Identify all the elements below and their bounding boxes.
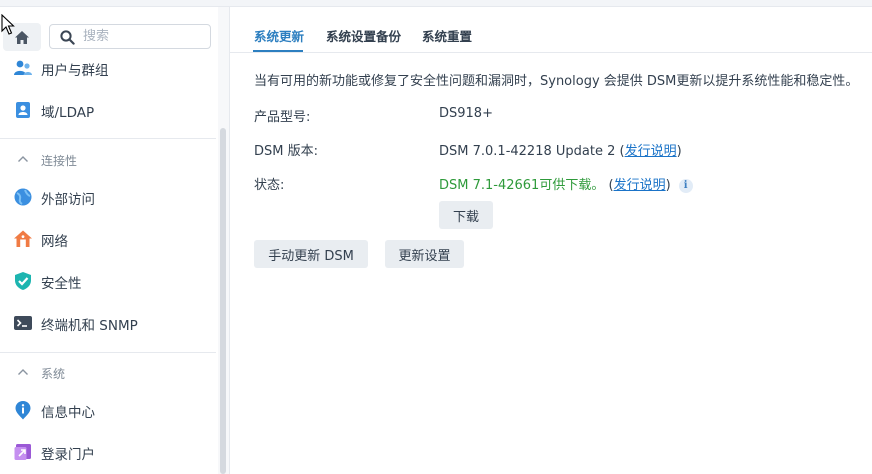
section-title: 连接性 — [41, 154, 78, 168]
section-header-system[interactable]: 系统 — [0, 361, 216, 385]
sidebar-divider — [0, 138, 216, 139]
search-box[interactable] — [49, 24, 211, 49]
sidebar-item-terminal-snmp[interactable]: 终端机和 SNMP — [0, 308, 216, 338]
info-icon[interactable]: i — [678, 179, 693, 193]
status-value: DSM 7.1-42661可供下载。 — [439, 178, 605, 193]
release-notes-link-current[interactable]: 发行说明 — [625, 144, 677, 159]
version-value: DSM 7.0.1-42218 Update 2 — [439, 144, 616, 159]
external-access-icon — [14, 188, 32, 206]
window-top-bar — [0, 0, 872, 7]
info-center-icon — [15, 401, 31, 420]
tab-config-backup[interactable]: 系统设置备份 — [326, 26, 401, 45]
section-header-connectivity[interactable]: 连接性 — [0, 148, 216, 172]
sidebar-scrollbar-thumb[interactable] — [220, 128, 226, 474]
sidebar-item-external-access[interactable]: 外部访问 — [0, 182, 216, 212]
tab-bar: 系统更新 系统设置备份 系统重置 — [230, 7, 872, 53]
search-icon — [60, 30, 75, 45]
model-label: 产品型号: — [254, 110, 311, 125]
sidebar-item-label: 外部访问 — [41, 192, 95, 208]
model-value: DS918+ — [439, 106, 493, 121]
sidebar-item-login-portal[interactable]: 登录门户 — [0, 437, 216, 467]
sidebar-item-label: 终端机和 SNMP — [41, 318, 138, 334]
paren-close: ) — [676, 144, 682, 159]
manual-update-dsm-button[interactable]: 手动更新 DSM — [254, 240, 368, 268]
shield-icon — [15, 272, 31, 290]
search-input[interactable] — [83, 28, 203, 45]
version-row: DSM 7.0.1-42218 Update 2 (发行说明) — [439, 140, 682, 159]
sidebar-item-security[interactable]: 安全性 — [0, 266, 216, 296]
release-notes-link-new[interactable]: 发行说明 — [614, 178, 666, 193]
update-description: 当有可用的新功能或修复了安全性问题和漏洞时，Synology 会提供 DSM更新… — [254, 74, 859, 89]
network-icon — [14, 230, 32, 247]
version-label: DSM 版本: — [254, 144, 318, 159]
tab-system-update[interactable]: 系统更新 — [254, 26, 304, 45]
sidebar-item-network[interactable]: 网络 — [0, 224, 216, 254]
active-tab-indicator — [253, 50, 303, 52]
tab-system-reset[interactable]: 系统重置 — [422, 26, 472, 45]
users-icon — [14, 60, 32, 75]
home-icon — [15, 30, 29, 44]
login-portal-icon — [14, 444, 31, 460]
chevron-up-icon — [18, 369, 28, 375]
sidebar-item-label: 安全性 — [41, 276, 82, 292]
mouse-cursor-icon — [1, 14, 15, 35]
download-button[interactable]: 下载 — [439, 201, 493, 229]
section-title: 系统 — [41, 367, 66, 381]
sidebar-item-label: 用户与群组 — [41, 63, 109, 79]
chevron-up-icon — [18, 156, 28, 162]
sidebar-item-label: 登录门户 — [41, 447, 95, 463]
paren-close: ) — [665, 178, 671, 193]
status-row: DSM 7.1-42661可供下载。 (发行说明) i — [439, 174, 693, 193]
sidebar-item-domain-ldap[interactable]: 域/LDAP — [0, 95, 216, 125]
sidebar-divider — [0, 352, 216, 353]
sidebar-item-label: 网络 — [41, 234, 68, 250]
status-label: 状态: — [254, 178, 285, 193]
terminal-icon — [14, 316, 32, 330]
sidebar-item-label: 信息中心 — [41, 405, 95, 421]
sidebar-item-label: 域/LDAP — [41, 105, 95, 121]
domain-ldap-icon — [16, 102, 30, 118]
sidebar-item-info-center[interactable]: 信息中心 — [0, 395, 216, 425]
sidebar-item-users-groups[interactable]: 用户与群组 — [0, 53, 216, 83]
update-settings-button[interactable]: 更新设置 — [385, 240, 464, 268]
